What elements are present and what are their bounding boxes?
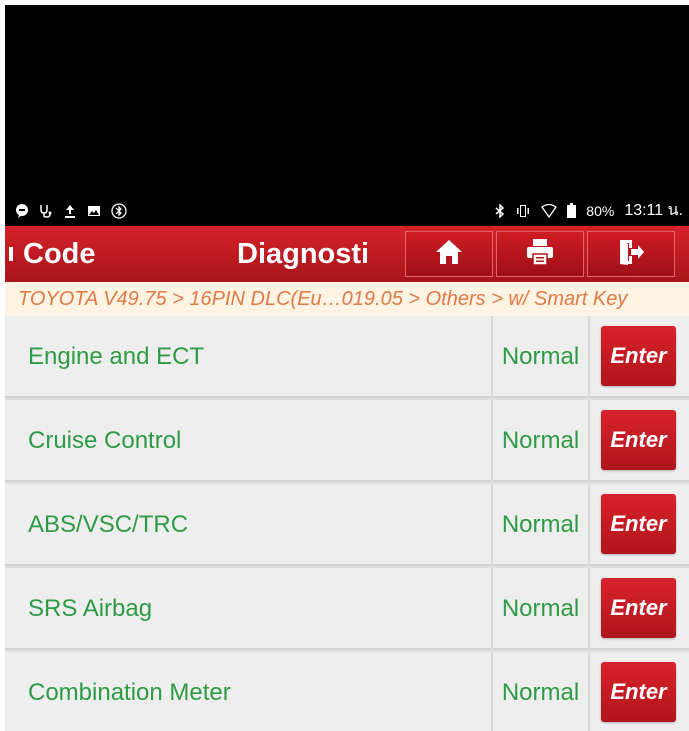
system-name: SRS Airbag	[28, 595, 153, 622]
home-icon	[435, 239, 463, 270]
image-icon	[87, 204, 101, 218]
enter-button[interactable]: Enter	[601, 326, 676, 386]
system-status: Normal	[501, 679, 580, 706]
wifi-icon	[541, 203, 558, 218]
system-name: ABS/VSC/TRC	[28, 511, 189, 538]
list-item: Engine and ECT Normal Enter	[5, 316, 689, 398]
divider	[588, 316, 590, 398]
home-button[interactable]	[405, 231, 493, 277]
title-code: Code	[23, 237, 96, 270]
system-name: Engine and ECT	[28, 343, 205, 370]
vibrate-icon	[515, 204, 531, 218]
bluetooth-icon	[495, 203, 505, 218]
divider	[588, 652, 590, 731]
exit-button[interactable]	[587, 231, 675, 277]
system-list: Engine and ECT Normal Enter Cruise Contr…	[5, 316, 689, 731]
enter-button[interactable]: Enter	[601, 494, 676, 554]
system-status: Normal	[501, 511, 580, 538]
title-left-scroll: Code	[5, 226, 140, 282]
battery-icon	[567, 203, 577, 218]
enter-button[interactable]: Enter	[601, 410, 676, 470]
enter-button[interactable]: Enter	[601, 578, 676, 638]
system-status: Normal	[501, 427, 580, 454]
divider	[588, 568, 590, 650]
screen-top-blank	[5, 5, 689, 195]
print-button[interactable]	[496, 231, 584, 277]
list-item: SRS Airbag Normal Enter	[5, 568, 689, 650]
system-name: Combination Meter	[28, 679, 231, 706]
message-icon	[15, 203, 29, 218]
clock: 13:11 น.	[624, 202, 683, 219]
exit-icon	[617, 238, 645, 271]
status-bar: 80% 13:11 น.	[5, 195, 689, 226]
title-marker	[9, 247, 13, 261]
battery-percentage: 80%	[586, 202, 615, 219]
divider	[588, 400, 590, 482]
stethoscope-icon	[39, 204, 53, 218]
divider	[588, 484, 590, 566]
breadcrumb: TOYOTA V49.75 > 16PIN DLC(Eu…019.05 > Ot…	[5, 282, 689, 316]
print-icon	[526, 238, 554, 271]
system-status: Normal	[501, 595, 580, 622]
enter-button[interactable]: Enter	[601, 662, 676, 722]
bluetooth-circle-icon	[111, 202, 127, 219]
list-item: Cruise Control Normal Enter	[5, 400, 689, 482]
list-item: Combination Meter Normal Enter	[5, 652, 689, 731]
title-bar: Code Diagnosti	[5, 226, 689, 282]
system-name: Cruise Control	[28, 427, 182, 454]
list-item: ABS/VSC/TRC Normal Enter	[5, 484, 689, 566]
title-diagnostic: Diagnosti	[237, 237, 370, 270]
system-status: Normal	[501, 343, 580, 370]
upload-icon	[63, 204, 77, 218]
